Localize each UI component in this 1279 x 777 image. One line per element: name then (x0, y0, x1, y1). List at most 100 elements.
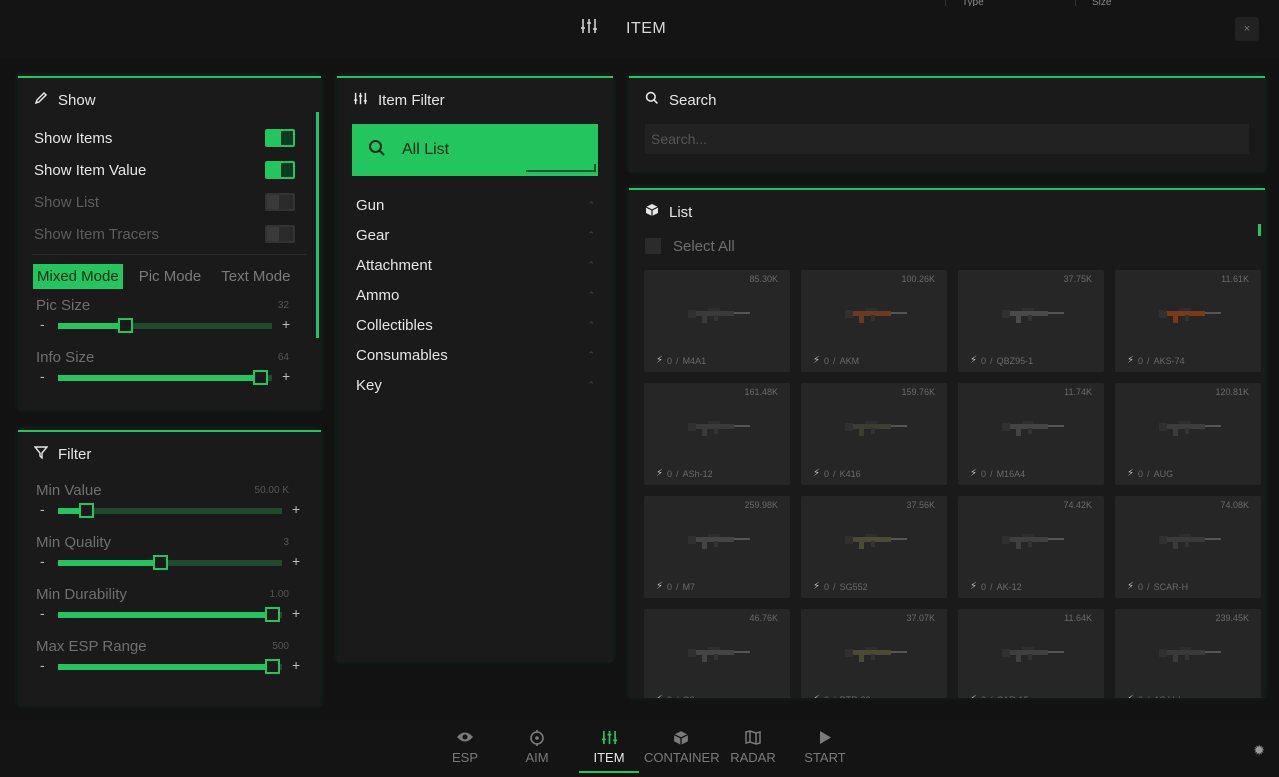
item-price: 100.26K (901, 274, 935, 284)
slider-track[interactable] (58, 318, 272, 333)
category-item-gear[interactable]: Gear ⌃ (337, 220, 613, 250)
slider-track[interactable] (58, 555, 282, 570)
category-item-collectibles[interactable]: Collectibles ⌃ (337, 310, 613, 340)
rifle-icon (688, 647, 750, 662)
slider-fill (58, 375, 261, 381)
item-info: ⚡ 0/SG552 (813, 581, 868, 592)
slider-increment-button[interactable]: + (282, 368, 290, 384)
slider-track[interactable] (58, 370, 272, 385)
item-name: K416 (839, 468, 861, 479)
text-mode-button[interactable]: Text Mode (217, 264, 294, 289)
item-card[interactable]: 161.48K ⚡ 0/ASh-12 (644, 383, 790, 485)
item-card[interactable]: 11.74K ⚡ 0/M16A4 (958, 383, 1104, 485)
item-grid: 85.30K ⚡ 0/M4A1 100.26K ⚡ 0/AKM 37.75K ⚡ 0/QBZ95… (644, 270, 1261, 698)
item-card[interactable]: 37.75K ⚡ 0/QBZ95-1 (958, 270, 1104, 372)
sliders-icon (580, 18, 598, 39)
item-info: ⚡ 0/M4A1 (656, 355, 706, 366)
slider-decrement-button[interactable]: - (40, 501, 45, 517)
separator: / (833, 355, 836, 366)
slider-handle[interactable] (265, 607, 280, 622)
slider-handle[interactable] (265, 659, 280, 674)
list-scrollbar[interactable] (1258, 224, 1261, 236)
item-price: 159.76K (901, 387, 935, 397)
crosshair-icon (505, 730, 569, 750)
slider-decrement-button[interactable]: - (40, 316, 45, 332)
slider-track[interactable] (58, 503, 282, 518)
ghost-col-type: Type (945, 0, 1075, 6)
slider-value: 3 (283, 537, 289, 548)
slider-value: 1.00 (269, 589, 289, 600)
item-info: ⚡ 0/M16A4 (970, 468, 1025, 479)
tab-start[interactable]: START (793, 730, 857, 765)
item-info: ⚡ 0 / G3 (656, 694, 695, 698)
item-card[interactable]: 259.98K ⚡ 0/M7 (644, 496, 790, 598)
select-all-checkbox[interactable] (645, 238, 661, 254)
item-info: ⚡ 0 / CAR-15 (970, 694, 1029, 698)
slider-handle[interactable] (118, 318, 133, 333)
slider-decrement-button[interactable]: - (40, 605, 45, 621)
item-count: 0 (981, 581, 987, 592)
chevron-up-icon: ⌃ (587, 259, 595, 270)
slider-handle[interactable] (79, 503, 94, 518)
category-item-ammo[interactable]: Ammo ⌃ (337, 280, 613, 310)
category-item-gun[interactable]: Gun ⌃ (337, 190, 613, 220)
slider-track[interactable] (58, 659, 282, 674)
item-card[interactable]: 11.61K ⚡ 0/AKS-74 (1115, 270, 1261, 372)
item-name: AS Val (1154, 695, 1181, 699)
lightning-icon: ⚡ (813, 694, 820, 698)
category-item-key[interactable]: Key ⌃ (337, 370, 613, 400)
all-list-button[interactable]: All List (352, 124, 598, 176)
item-card[interactable]: 74.42K ⚡ 0/AK-12 (958, 496, 1104, 598)
category-label: Consumables (356, 346, 448, 364)
slider-increment-button[interactable]: + (282, 316, 290, 332)
tab-esp[interactable]: ESP (433, 730, 497, 765)
slider-increment-button[interactable]: + (292, 657, 300, 673)
show-item-tracers-toggle[interactable] (265, 225, 295, 243)
slider-decrement-button[interactable]: - (40, 657, 45, 673)
show-items-toggle[interactable] (265, 129, 295, 147)
slider-handle[interactable] (253, 370, 268, 385)
search-input[interactable] (645, 124, 1249, 154)
tab-item[interactable]: ITEM (577, 730, 641, 773)
gear-icon[interactable]: ✹ (1253, 742, 1265, 759)
slider-increment-button[interactable]: + (292, 501, 300, 517)
slider-fill (58, 560, 161, 566)
lightning-icon: ⚡ (1127, 468, 1135, 479)
toggle-label: Show Item Value (34, 161, 147, 179)
select-all-row[interactable]: Select All (629, 234, 1265, 258)
slider-decrement-button[interactable]: - (40, 553, 45, 569)
lightning-icon: ⚡ (813, 581, 821, 592)
pic-mode-button[interactable]: Pic Mode (135, 264, 206, 289)
item-card[interactable]: 100.26K ⚡ 0/AKM (801, 270, 947, 372)
pen-icon (34, 91, 48, 109)
item-card[interactable]: 11.64K ⚡ 0 / CAR-15 (958, 609, 1104, 698)
item-card[interactable]: 46.76K ⚡ 0 / G3 (644, 609, 790, 698)
category-item-attachment[interactable]: Attachment ⌃ (337, 250, 613, 280)
slider-handle[interactable] (153, 555, 168, 570)
item-count: 0 (1138, 695, 1143, 699)
slider-increment-button[interactable]: + (292, 605, 300, 621)
item-card[interactable]: 37.07K ⚡ 0 / PTR-32 (801, 609, 947, 698)
mixed-mode-button[interactable]: Mixed Mode (33, 263, 123, 289)
item-card[interactable]: 239.45K ⚡ 0 / AS Val (1115, 609, 1261, 698)
show-item-value-toggle[interactable] (265, 161, 295, 179)
min-durability-slider: Min Durability 1.00 - + (18, 580, 321, 632)
slider-track[interactable] (58, 607, 282, 622)
lightning-icon: ⚡ (1127, 355, 1135, 366)
slider-decrement-button[interactable]: - (40, 368, 45, 384)
item-card[interactable]: 159.76K ⚡ 0/K416 (801, 383, 947, 485)
show-list-toggle[interactable] (265, 193, 295, 211)
close-button[interactable]: × (1235, 17, 1259, 41)
slider-increment-button[interactable]: + (292, 553, 300, 569)
item-card[interactable]: 85.30K ⚡ 0/M4A1 (644, 270, 790, 372)
item-card[interactable]: 37.56K ⚡ 0/SG552 (801, 496, 947, 598)
tab-radar[interactable]: RADAR (721, 730, 785, 765)
bottom-navigation: ESP AIM ITEM CONTAINER RADAR START ✹ (0, 720, 1279, 777)
tab-aim[interactable]: AIM (505, 730, 569, 765)
item-price: 85.30K (749, 274, 778, 284)
tab-container[interactable]: CONTAINER (644, 730, 720, 765)
category-item-consumables[interactable]: Consumables ⌃ (337, 340, 613, 370)
item-price: 37.07K (906, 613, 935, 623)
item-card[interactable]: 120.81K ⚡ 0/AUG (1115, 383, 1261, 485)
item-card[interactable]: 74.08K ⚡ 0/SCAR-H (1115, 496, 1261, 598)
